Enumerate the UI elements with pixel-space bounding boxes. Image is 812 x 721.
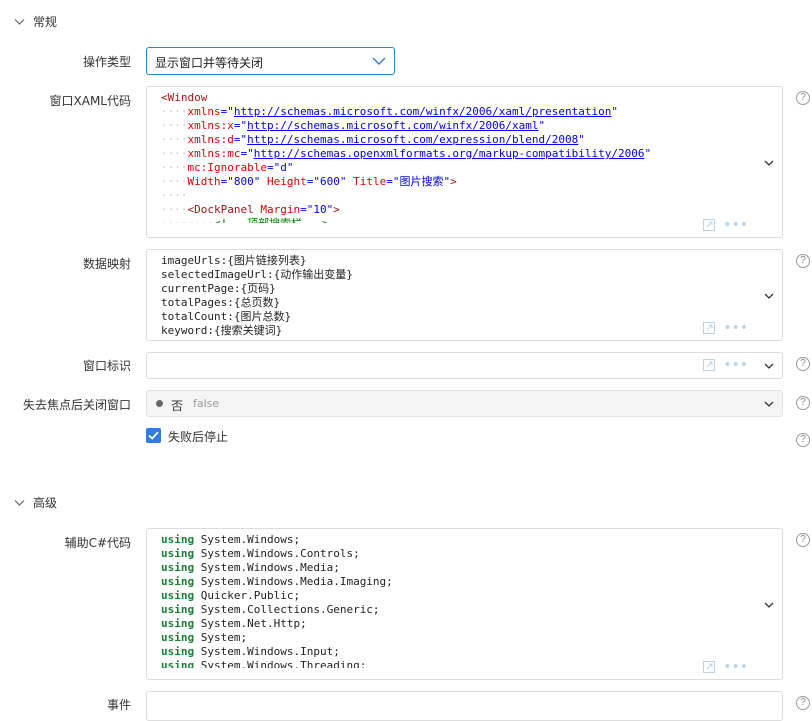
- chevron-down-icon: [764, 401, 774, 407]
- more-icon[interactable]: •••: [723, 218, 748, 232]
- chevron-down-icon[interactable]: [764, 158, 774, 168]
- section-general-header[interactable]: 常规: [14, 13, 57, 30]
- help-icon[interactable]: ?: [796, 396, 810, 410]
- xaml-code-line: ····mc:Ignorable="d": [161, 161, 294, 174]
- csharp-code-line: using System.Windows;: [161, 533, 301, 546]
- xaml-code-line: ····Width="800" Height="600" Title="图片搜索…: [161, 175, 457, 188]
- csharp-label: 辅助C#代码: [64, 536, 131, 550]
- open-external-icon[interactable]: [703, 322, 716, 334]
- action-type-value: 显示窗口并等待关闭: [155, 56, 264, 70]
- csharp-code-line: using System.Windows.Input;: [161, 645, 340, 658]
- close-on-blur-select[interactable]: 否 false: [146, 390, 783, 417]
- xaml-code: <Window ····xmlns="http://schemas.microso…: [161, 91, 651, 231]
- csharp-code-line: using System.Collections.Generic;: [161, 603, 380, 616]
- section-advanced-header[interactable]: 高级: [14, 494, 57, 511]
- chevron-down-icon[interactable]: [764, 600, 774, 610]
- xaml-editor[interactable]: <Window ····xmlns="http://schemas.microso…: [146, 86, 783, 238]
- xaml-code-line: <Window: [161, 91, 208, 104]
- checkmark-icon: [148, 431, 159, 440]
- close-on-blur-value: 否: [171, 399, 184, 413]
- data-mapping-line: keyword:{搜索关键词}: [161, 324, 283, 337]
- xaml-label: 窗口XAML代码: [49, 94, 131, 108]
- events-label: 事件: [106, 698, 131, 712]
- csharp-code-line: using System.Windows.Media;: [161, 561, 340, 574]
- csharp-code-line: using System.Net.Http;: [161, 617, 307, 630]
- chevron-down-icon: [14, 500, 25, 506]
- help-icon[interactable]: ?: [796, 91, 810, 105]
- help-icon[interactable]: ?: [796, 357, 810, 371]
- close-on-blur-hint: false: [193, 397, 220, 410]
- open-external-icon[interactable]: [703, 359, 716, 371]
- chevron-down-icon: [14, 19, 25, 25]
- data-mapping-label: 数据映射: [82, 257, 131, 271]
- action-type-select[interactable]: 显示窗口并等待关闭: [146, 47, 395, 75]
- events-editor[interactable]: [146, 691, 783, 721]
- chevron-down-icon[interactable]: [764, 291, 774, 301]
- section-advanced-title: 高级: [33, 496, 58, 510]
- xaml-code-line: ····: [161, 189, 188, 202]
- window-id-label: 窗口标识: [82, 359, 131, 373]
- xaml-code-line: ····xmlns:mc="http://schemas.openxmlform…: [161, 147, 652, 160]
- action-type-label: 操作类型: [82, 55, 131, 69]
- csharp-editor[interactable]: using System.Windows; using System.Window…: [146, 528, 783, 680]
- open-external-icon[interactable]: [703, 661, 716, 673]
- help-icon[interactable]: ?: [796, 433, 810, 447]
- chevron-down-icon[interactable]: [764, 361, 774, 371]
- chevron-down-icon: [372, 57, 386, 65]
- xaml-code-line: ····<DockPanel Margin="10">: [161, 203, 340, 216]
- data-mapping-line: selectedImageUrl:{动作输出变量}: [161, 268, 353, 281]
- csharp-code-line: using System.Windows.Controls;: [161, 547, 360, 560]
- stop-on-fail-checkbox[interactable]: [146, 428, 161, 443]
- stop-on-fail-label[interactable]: 失败后停止: [168, 428, 228, 445]
- help-icon[interactable]: ?: [796, 254, 810, 268]
- window-id-input[interactable]: •••: [146, 352, 783, 379]
- csharp-code-line: using System.Windows.Media.Imaging;: [161, 575, 393, 588]
- data-mapping-line: totalCount:{图片总数}: [161, 310, 292, 323]
- section-general-title: 常规: [33, 15, 58, 29]
- data-mapping-line: totalPages:{总页数}: [161, 296, 281, 309]
- xaml-code-line: ····xmlns="http://schemas.microsoft.com/…: [161, 105, 618, 118]
- more-icon[interactable]: •••: [723, 358, 748, 372]
- data-mapping-editor[interactable]: imageUrls:{图片链接列表} selectedImageUrl:{动作输出…: [146, 249, 783, 341]
- help-icon[interactable]: ?: [796, 533, 810, 547]
- csharp-code-line: using System;: [161, 631, 248, 644]
- more-icon[interactable]: •••: [723, 321, 748, 335]
- xaml-code-line: ····xmlns:x="http://schemas.microsoft.co…: [161, 119, 546, 132]
- help-icon[interactable]: ?: [796, 696, 810, 710]
- data-mapping-code: imageUrls:{图片链接列表} selectedImageUrl:{动作输出…: [161, 254, 353, 338]
- data-mapping-line: currentPage:{页码}: [161, 282, 276, 295]
- open-external-icon[interactable]: [703, 219, 716, 231]
- more-icon[interactable]: •••: [723, 660, 748, 674]
- close-on-blur-label: 失去焦点后关闭窗口: [22, 398, 131, 412]
- status-dot-icon: [156, 400, 163, 407]
- csharp-code-line: using Quicker.Public;: [161, 589, 301, 602]
- data-mapping-line: imageUrls:{图片链接列表}: [161, 254, 307, 267]
- xaml-code-line: ····xmlns:d="http://schemas.microsoft.co…: [161, 133, 585, 146]
- csharp-code: using System.Windows; using System.Window…: [161, 533, 393, 673]
